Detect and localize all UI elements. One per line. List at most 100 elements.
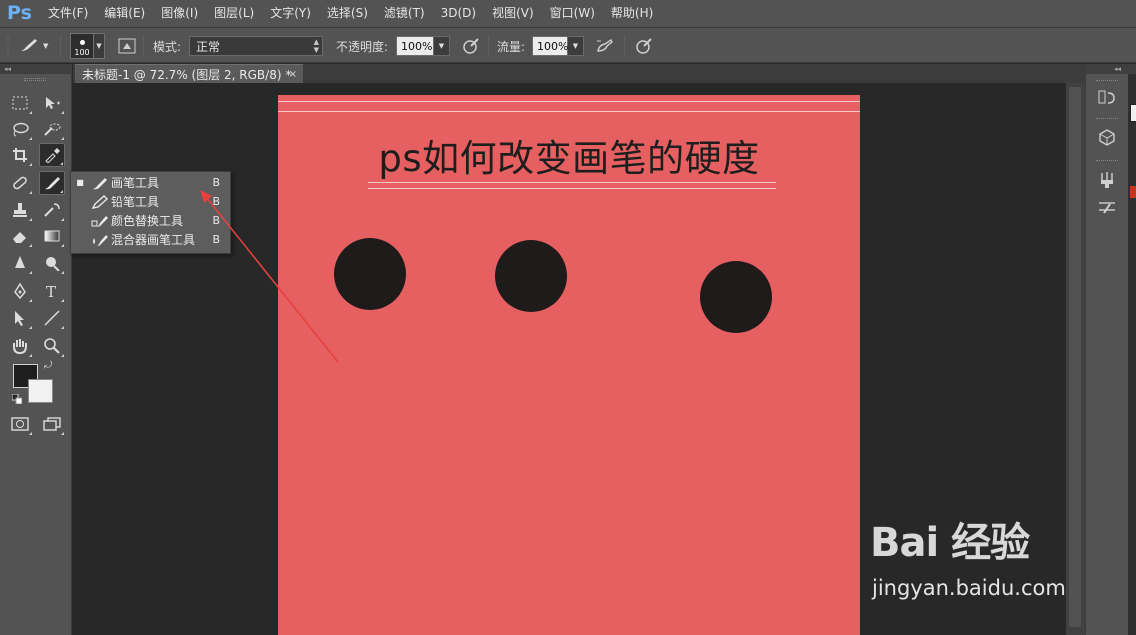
- flyout-item-label: 混合器画笔工具: [111, 233, 196, 247]
- options-bar: ▼ 100 ▼ 模式: 正常 ▲ ▼ 不透明度: 100% ▼ 流量: 100%…: [0, 27, 1136, 63]
- scrollbar-thumb[interactable]: [1069, 87, 1081, 627]
- eyedropper-tool[interactable]: [39, 143, 65, 167]
- healing-brush-tool[interactable]: [7, 171, 33, 195]
- flow-input[interactable]: 100%: [532, 36, 568, 56]
- blur-tool[interactable]: [7, 251, 33, 275]
- opacity-input[interactable]: 100%: [396, 36, 434, 56]
- default-colors-icon[interactable]: [11, 393, 23, 405]
- mode-select[interactable]: 正常 ▲ ▼: [189, 28, 323, 64]
- color-panel-swatch[interactable]: [1130, 104, 1136, 122]
- menu-select[interactable]: 选择(S): [319, 0, 376, 27]
- menu-edit[interactable]: 编辑(E): [96, 0, 153, 27]
- collapse-toolbar-button[interactable]: ◂◂: [0, 64, 72, 74]
- history-brush-tool[interactable]: [39, 198, 65, 222]
- pressure-size-button[interactable]: [633, 28, 655, 64]
- guide-line: [278, 111, 860, 112]
- toolbar-grip[interactable]: [24, 78, 46, 81]
- line-tool[interactable]: [39, 306, 65, 330]
- title-underline: [368, 188, 776, 189]
- chevron-down-icon: ▼: [94, 33, 105, 59]
- quick-selection-tool[interactable]: [39, 117, 65, 141]
- flyout-item-shortcut: B: [212, 195, 220, 208]
- pressure-opacity-button[interactable]: [460, 28, 482, 64]
- quick-mask-icon[interactable]: [7, 412, 33, 436]
- flyout-item-pencil[interactable]: 铅笔工具 B: [71, 192, 230, 211]
- panel-grip[interactable]: [1096, 118, 1118, 121]
- close-icon[interactable]: ×: [289, 69, 297, 80]
- menu-filter[interactable]: 滤镜(T): [376, 0, 433, 27]
- flyout-item-shortcut: B: [212, 176, 220, 189]
- path-selection-tool[interactable]: [7, 306, 33, 330]
- mode-value: 正常: [196, 39, 221, 54]
- flyout-item-color-replacement[interactable]: 颜色替换工具 B: [71, 211, 230, 230]
- zoom-tool[interactable]: [39, 334, 65, 358]
- menu-layer[interactable]: 图层(L): [206, 0, 262, 27]
- menu-file[interactable]: 文件(F): [40, 0, 96, 27]
- menu-image[interactable]: 图像(I): [153, 0, 206, 27]
- vertical-scrollbar[interactable]: [1065, 83, 1085, 635]
- brush-tool[interactable]: [39, 171, 65, 195]
- document-canvas[interactable]: ps如何改变画笔的硬度: [278, 95, 860, 635]
- brush-panel-icon[interactable]: [1095, 169, 1119, 191]
- clone-stamp-tool[interactable]: [7, 198, 33, 222]
- crop-tool[interactable]: [7, 143, 33, 167]
- svg-text:T: T: [46, 283, 56, 299]
- selected-bullet-icon: ■: [76, 178, 84, 187]
- swap-colors-icon[interactable]: ⤾: [44, 360, 52, 371]
- mode-label: 模式:: [153, 39, 182, 54]
- brush-presets-panel-icon[interactable]: [1095, 196, 1119, 218]
- mode-select-box[interactable]: 正常 ▲ ▼: [189, 36, 323, 56]
- menu-help[interactable]: 帮助(H): [603, 0, 661, 27]
- collapse-panels-button[interactable]: ◂◂: [1086, 64, 1136, 74]
- flyout-item-shortcut: B: [212, 233, 220, 246]
- flyout-item-brush[interactable]: ■ 画笔工具 B: [71, 173, 230, 192]
- screen-mode-icon[interactable]: [39, 412, 65, 436]
- panel-grip[interactable]: [1096, 160, 1118, 163]
- menu-window[interactable]: 窗口(W): [542, 0, 603, 27]
- flyout-item-label: 颜色替换工具: [111, 214, 184, 228]
- flow-label: 流量:: [497, 39, 526, 54]
- separator: [60, 35, 61, 57]
- swatches-panel-swatch[interactable]: [1130, 186, 1136, 198]
- document-tab[interactable]: 未标题-1 @ 72.7% (图层 2, RGB/8) * ×: [75, 64, 303, 83]
- pen-tool[interactable]: [7, 279, 33, 303]
- spinner-arrows-icon: ▲ ▼: [313, 38, 319, 54]
- flyout-item-label: 画笔工具: [111, 176, 160, 190]
- marquee-tool[interactable]: [7, 91, 33, 115]
- gradient-tool[interactable]: [39, 224, 65, 248]
- menu-view[interactable]: 视图(V): [484, 0, 542, 27]
- chevron-down-icon: ▼: [43, 42, 49, 50]
- panel-grip[interactable]: [1096, 80, 1118, 83]
- hand-tool[interactable]: [7, 334, 33, 358]
- flow-control[interactable]: 100% ▼: [532, 28, 584, 64]
- type-tool[interactable]: T: [39, 279, 65, 303]
- dodge-tool[interactable]: [39, 251, 65, 275]
- move-tool[interactable]: [39, 91, 65, 115]
- lasso-tool[interactable]: [7, 117, 33, 141]
- opacity-label: 不透明度:: [336, 39, 389, 54]
- canvas-title-text: ps如何改变画笔的硬度: [378, 137, 760, 180]
- chevron-down-icon[interactable]: ▼: [434, 36, 450, 56]
- document-tab-title: 未标题-1 @ 72.7% (图层 2, RGB/8) *: [82, 67, 292, 82]
- pencil-icon: [89, 194, 111, 209]
- brush-tool-flyout: ■ 画笔工具 B 铅笔工具 B 颜色替换工具 B 混合器画笔工具 B: [70, 171, 231, 254]
- ps-logo: Ps: [7, 2, 32, 24]
- opacity-control[interactable]: 100% ▼: [396, 28, 450, 64]
- chevron-down-icon[interactable]: ▼: [568, 36, 584, 56]
- menu-3d[interactable]: 3D(D): [433, 0, 484, 27]
- 3d-panel-icon[interactable]: [1095, 126, 1119, 148]
- flyout-item-mixer-brush[interactable]: 混合器画笔工具 B: [71, 230, 230, 249]
- pen-pressure-size-icon: [633, 35, 655, 57]
- mixer-brush-icon: [89, 233, 111, 247]
- history-panel-icon[interactable]: [1095, 86, 1119, 108]
- tool-preset-picker[interactable]: ▼: [18, 28, 48, 64]
- brush-icon: [89, 176, 111, 190]
- background-color-swatch[interactable]: [28, 379, 53, 403]
- eraser-tool[interactable]: [7, 224, 33, 248]
- brush-dot: [495, 240, 567, 312]
- toggle-brush-panel-button[interactable]: [116, 28, 138, 64]
- brush-dot: [700, 261, 772, 333]
- brush-preset-picker[interactable]: 100 ▼: [70, 28, 105, 64]
- menu-type[interactable]: 文字(Y): [262, 0, 319, 27]
- airbrush-button[interactable]: [594, 28, 616, 64]
